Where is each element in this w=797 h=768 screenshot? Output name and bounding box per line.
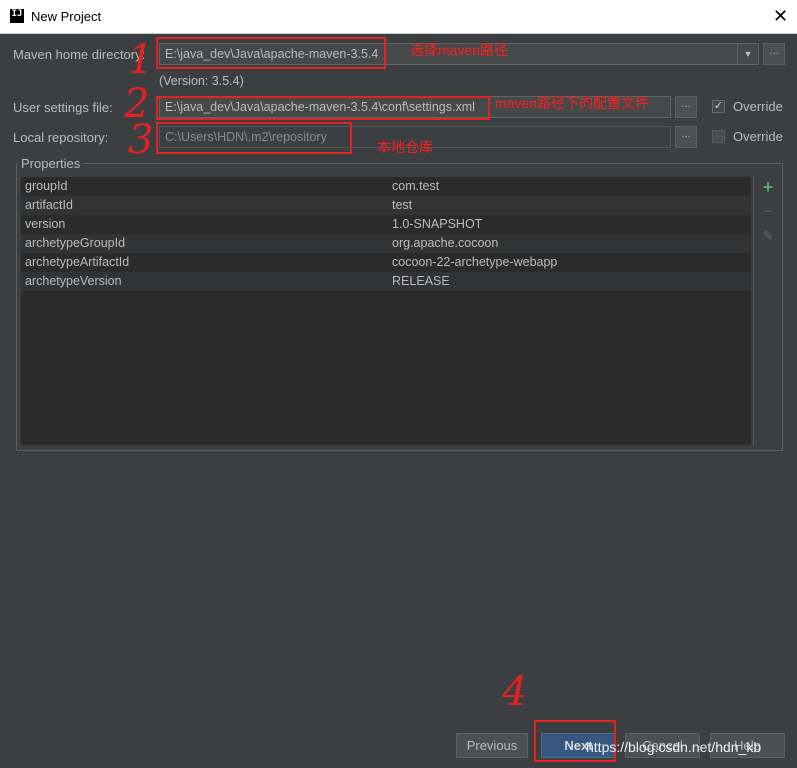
- table-row[interactable]: version 1.0-SNAPSHOT: [21, 215, 751, 234]
- property-key: groupId: [25, 179, 68, 193]
- user-settings-label: User settings file:: [13, 100, 113, 115]
- previous-button[interactable]: Previous: [456, 733, 528, 758]
- table-row[interactable]: groupId com.test: [21, 177, 751, 196]
- property-value: RELEASE: [392, 274, 450, 288]
- remove-icon[interactable]: −: [760, 203, 776, 219]
- maven-home-browse-button[interactable]: ...: [763, 43, 785, 65]
- annotation-text-maven-home: 选择maven路径: [410, 42, 509, 58]
- user-settings-override-label: Override: [733, 99, 783, 114]
- table-row[interactable]: archetypeGroupId org.apache.cocoon: [21, 234, 751, 253]
- annotation-text-local-repo: 本地仓库: [377, 139, 433, 155]
- properties-toolbar: + − ✎: [753, 176, 782, 446]
- maven-version-text: (Version: 3.5.4): [159, 74, 244, 88]
- property-key: archetypeVersion: [25, 274, 122, 288]
- local-repository-override-label: Override: [733, 129, 783, 144]
- annotation-text-user-settings: maven路径下的配置文件: [495, 95, 650, 111]
- property-value: org.apache.cocoon: [392, 236, 499, 250]
- edit-icon[interactable]: ✎: [760, 228, 776, 244]
- property-key: archetypeArtifactId: [25, 255, 130, 269]
- local-repository-browse-button[interactable]: ...: [675, 126, 697, 148]
- property-value: com.test: [392, 179, 440, 193]
- property-key: version: [25, 217, 66, 231]
- property-key: artifactId: [25, 198, 73, 212]
- maven-home-label: Maven home directory:: [13, 47, 146, 62]
- close-icon[interactable]: ✕: [773, 5, 788, 27]
- table-row[interactable]: archetypeVersion RELEASE: [21, 272, 751, 291]
- table-row[interactable]: artifactId test: [21, 196, 751, 215]
- window-title: New Project: [31, 9, 102, 24]
- annotation-number-4: 4: [502, 669, 528, 715]
- annotation-box-local-repo: [156, 122, 352, 154]
- add-icon[interactable]: +: [760, 178, 776, 196]
- chevron-down-icon[interactable]: ▼: [737, 44, 758, 64]
- property-value: test: [392, 198, 413, 212]
- intellij-idea-icon: IJ: [10, 9, 24, 23]
- watermark-text: https://blog.csdn.net/hdn_kb: [586, 739, 762, 755]
- user-settings-override-checkbox[interactable]: ✓: [712, 100, 725, 113]
- annotation-box-maven-home: [156, 37, 386, 69]
- user-settings-browse-button[interactable]: ...: [675, 96, 697, 118]
- local-repository-label: Local repository:: [13, 130, 109, 145]
- property-value: cocoon-22-archetype-webapp: [392, 255, 558, 269]
- title-bar: IJ New Project ✕: [0, 0, 797, 34]
- annotation-number-3: 3: [128, 117, 154, 163]
- annotation-number-1: 1: [128, 37, 154, 83]
- table-row[interactable]: archetypeArtifactId cocoon-22-archetype-…: [21, 253, 751, 272]
- annotation-box-user-settings: [156, 96, 490, 120]
- local-repository-override-checkbox[interactable]: [712, 130, 725, 143]
- properties-table[interactable]: groupId com.test artifactId test version…: [20, 176, 752, 446]
- property-value: 1.0-SNAPSHOT: [392, 217, 483, 231]
- property-key: archetypeGroupId: [25, 236, 126, 250]
- properties-title: Properties: [18, 156, 84, 171]
